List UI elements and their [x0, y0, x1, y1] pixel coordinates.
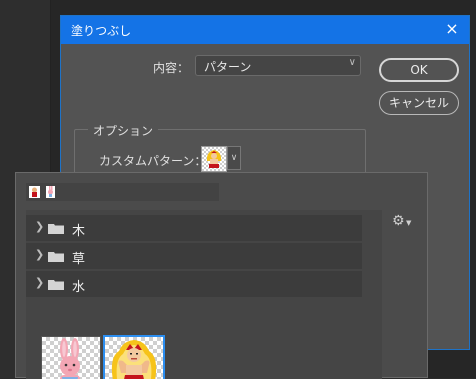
pattern-dropdown-button[interactable]: ∨	[227, 146, 241, 170]
pattern-thumbnail-muscle-man[interactable]	[103, 335, 165, 379]
chevron-down-icon: ∨	[348, 57, 356, 68]
cancel-button[interactable]: キャンセル	[379, 91, 459, 115]
content-select[interactable]: パターン ∨	[195, 55, 361, 76]
content-label: 内容：	[153, 61, 190, 75]
folder-name: 水	[72, 280, 86, 295]
chevron-right-icon[interactable]: ❯	[35, 248, 44, 261]
custom-pattern-label: カスタムパターン：	[99, 154, 207, 168]
recent-rabbit-icon[interactable]	[46, 186, 55, 198]
pattern-thumbnail-rabbit[interactable]	[41, 336, 101, 379]
close-icon[interactable]: ×	[441, 18, 463, 40]
chevron-down-icon: ▼	[406, 219, 412, 227]
pattern-list: ❯ 木 ❯ 草 ❯ 水	[26, 210, 382, 379]
pattern-swatch[interactable]	[201, 146, 227, 172]
content-select-value: パターン	[204, 60, 252, 74]
muscle-man-icon	[111, 340, 157, 379]
folder-row[interactable]: ❯ 木	[26, 215, 362, 241]
recent-muscle-man-icon[interactable]	[29, 186, 40, 198]
ok-button[interactable]: OK	[379, 58, 459, 82]
folder-icon	[48, 224, 64, 234]
gear-icon[interactable]: ⚙	[392, 213, 405, 229]
options-legend: オプション	[88, 122, 159, 139]
folder-row[interactable]: ❯ 水	[26, 271, 362, 297]
dialog-title: 塗りつぶし	[71, 24, 132, 38]
muscle-man-icon	[206, 150, 222, 168]
folder-row[interactable]: ❯ 草	[26, 243, 362, 269]
pattern-picker-popup: ⚙ ▼ ❯ 木 ❯ 草 ❯ 水	[15, 172, 428, 379]
folder-icon	[48, 252, 64, 262]
chevron-right-icon[interactable]: ❯	[35, 276, 44, 289]
chevron-right-icon[interactable]: ❯	[35, 220, 44, 233]
folder-icon	[48, 280, 64, 290]
folder-name: 木	[72, 224, 86, 239]
recent-patterns-bar	[26, 183, 219, 201]
dialog-titlebar: 塗りつぶし ×	[61, 16, 469, 44]
rabbit-icon	[60, 338, 80, 379]
folder-name: 草	[72, 252, 86, 267]
